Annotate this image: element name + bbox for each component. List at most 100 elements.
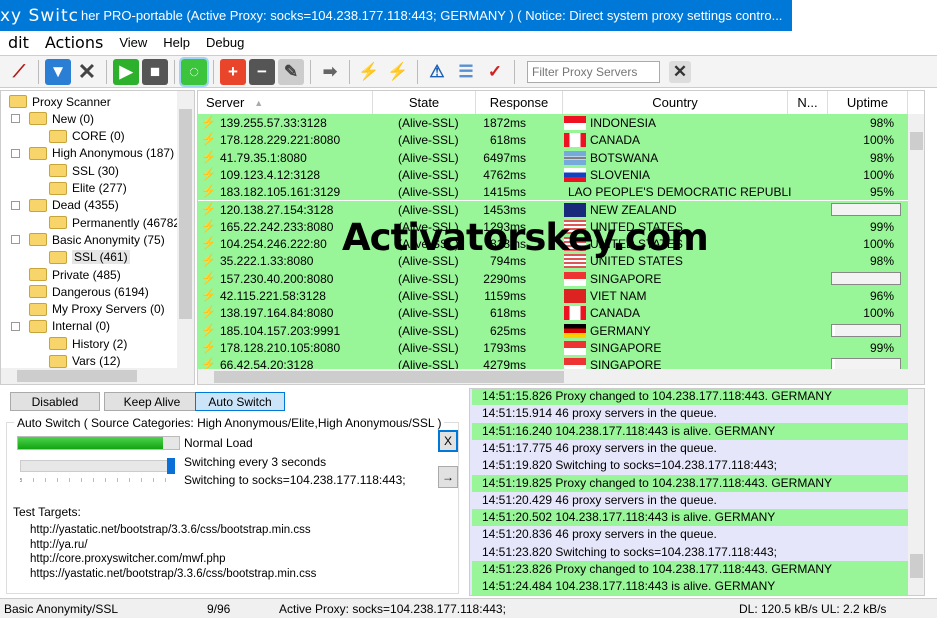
tree-item-label: My Proxy Servers (0) [52, 302, 165, 317]
column-country[interactable]: Country [563, 91, 788, 114]
load-bar [17, 436, 180, 450]
table-row[interactable]: ⚡ 165.22.242.233:8080 (Alive-SSL) 1293ms UNI… [198, 217, 908, 236]
state-cell: (Alive-SSL) [398, 271, 459, 286]
export-icon[interactable]: ➡ [317, 59, 343, 85]
disabled-button[interactable]: Disabled [10, 392, 100, 411]
server-cell: 185.104.157.203:9991 [220, 323, 341, 338]
state-cell: (Alive-SSL) [398, 133, 459, 148]
grid-horizontal-scrollbar[interactable] [198, 369, 924, 384]
next-proxy-button[interactable]: → [438, 466, 458, 488]
tree-item[interactable]: Proxy Scanner [9, 93, 111, 110]
test-targets-list: http://yastatic.net/bootstrap/3.3.6/css/… [30, 523, 316, 581]
column-uptime[interactable]: Uptime [828, 91, 908, 114]
country-cell: UNITED STATES [590, 237, 683, 252]
table-row[interactable]: ⚡ 178.128.229.221:8080 (Alive-SSL) 618ms CAN… [198, 131, 908, 149]
menu-bar: dit Actions View Help Debug [0, 31, 792, 53]
tree-item[interactable]: SSL (30) [49, 162, 119, 179]
table-row[interactable]: ⚡ 178.128.210.105:8080 (Alive-SSL) 1793ms SI… [198, 338, 908, 357]
flag-ca-icon [564, 306, 586, 321]
add-icon[interactable]: + [220, 58, 246, 85]
filter-input[interactable] [527, 60, 660, 83]
table-row[interactable]: ⚡ 35.222.1.33:8080 (Alive-SSL) 794ms UNITED … [198, 252, 908, 270]
list-icon[interactable]: ☰ [453, 59, 479, 85]
disconnect-icon[interactable]: ⚡ [356, 59, 382, 85]
slider-thumb[interactable] [167, 458, 175, 474]
column-server[interactable]: Server ▲ [198, 91, 373, 114]
tree-item[interactable]: SSL (461) [49, 249, 130, 266]
keep-alive-button[interactable]: Keep Alive [104, 392, 200, 411]
tree-item-label: Dangerous (6194) [52, 284, 149, 299]
server-cell: 157.230.40.200:8080 [220, 271, 334, 286]
tree-item[interactable]: High Anonymous (187) [29, 145, 174, 162]
connect-icon[interactable]: ⚡ [385, 59, 411, 85]
tree-item[interactable]: My Proxy Servers (0) [29, 301, 165, 318]
column-n[interactable]: N... [788, 91, 828, 114]
state-cell: (Alive-SSL) [398, 116, 459, 130]
grid-vertical-scrollbar[interactable] [908, 114, 924, 369]
uptime-cell: 100% [863, 167, 894, 182]
column-state[interactable]: State [373, 91, 476, 114]
column-response[interactable]: Response [476, 91, 563, 114]
wizard-icon[interactable]: ⟋ [6, 59, 32, 85]
plug-icon: ⚡ [201, 288, 216, 302]
menu-actions[interactable]: Actions [37, 33, 111, 52]
table-row[interactable]: ⚡ 41.79.35.1:8080 (Alive-SSL) 6497ms BOTSWAN… [198, 148, 908, 166]
tree-item[interactable]: Elite (277) [49, 180, 127, 197]
table-row[interactable]: ⚡ 104.254.246.222:80 (Alive-SSL) 813ms UNITE… [198, 235, 908, 253]
plug-icon: ⚡ [201, 132, 216, 147]
tree-item[interactable]: Permanently (46782 [49, 214, 180, 231]
table-row[interactable]: ⚡ 183.182.105.161:3129 (Alive-SSL) 1415ms LA… [198, 183, 908, 201]
switching-label: Switching to socks=104.238.177.118:443; [184, 473, 406, 487]
warning-icon[interactable]: ⚠ [424, 59, 450, 85]
auto-switch-button[interactable]: Auto Switch [195, 392, 285, 411]
edit-icon[interactable]: ✎ [278, 58, 304, 85]
flag-si-icon [564, 167, 586, 182]
tree-item[interactable]: Private (485) [29, 266, 121, 283]
tree-item[interactable]: Dead (4355) [29, 197, 119, 214]
table-row[interactable]: ⚡ 139.255.57.33:3128 (Alive-SSL) 1872ms INDO… [198, 114, 908, 132]
menu-edit[interactable]: dit [0, 33, 37, 52]
play-icon[interactable]: ▶ [113, 58, 139, 85]
delete-icon[interactable]: ✕ [74, 59, 100, 85]
tree-item-label: Private (485) [52, 267, 121, 282]
tree-item[interactable]: New (0) [29, 110, 94, 127]
tree-item[interactable]: CORE (0) [49, 128, 125, 145]
close-button[interactable]: X [438, 430, 458, 452]
collapse-icon[interactable] [11, 148, 20, 158]
auto-switch-icon[interactable]: ◌ [179, 56, 209, 87]
table-row[interactable]: ⚡ 185.104.157.203:9991 (Alive-SSL) 625ms GER… [198, 321, 908, 339]
stop-icon[interactable]: ■ [142, 58, 168, 85]
tree-item[interactable]: History (2) [49, 335, 127, 352]
tree-item[interactable]: Basic Anonymity (75) [29, 231, 165, 248]
table-row[interactable]: ⚡ 138.197.164.84:8080 (Alive-SSL) 618ms CANA… [198, 304, 908, 322]
collapse-icon[interactable] [11, 200, 20, 210]
flag-sg-icon [564, 271, 586, 286]
tree-item[interactable]: Vars (12) [49, 353, 120, 370]
tree-horizontal-scrollbar[interactable] [1, 368, 194, 384]
remove-icon[interactable]: − [249, 58, 275, 85]
collapse-icon[interactable] [11, 235, 20, 245]
tree-scrollbar[interactable] [177, 91, 194, 368]
collapse-icon[interactable] [11, 321, 20, 331]
table-row[interactable]: ⚡ 109.123.4.12:3128 (Alive-SSL) 4762ms SLOVE… [198, 165, 908, 184]
check-document-icon[interactable]: ✓ [482, 59, 508, 85]
tree-item[interactable]: Dangerous (6194) [29, 283, 149, 300]
clear-filter-icon[interactable]: ✕ [669, 60, 691, 83]
menu-help[interactable]: Help [155, 35, 198, 50]
plug-icon: ⚡ [201, 115, 216, 129]
table-row[interactable]: ⚡ 42.115.221.58:3128 (Alive-SSL) 1159ms VIET… [198, 287, 908, 305]
test-target-url: https://yastatic.net/bootstrap/3.3.6/css… [30, 567, 317, 580]
log-scrollbar[interactable] [908, 389, 924, 595]
table-row[interactable]: ⚡ 157.230.40.200:8080 (Alive-SSL) 2290ms SIN… [198, 269, 908, 287]
divider [38, 59, 39, 84]
menu-view[interactable]: View [111, 35, 155, 50]
collapse-icon[interactable] [11, 114, 20, 124]
interval-slider[interactable] [20, 458, 175, 474]
table-row[interactable]: ⚡ 120.138.27.154:3128 (Alive-SSL) 1453ms NEW… [198, 200, 908, 218]
download-icon[interactable]: ▼ [45, 58, 71, 85]
menu-debug[interactable]: Debug [198, 35, 252, 50]
log-line: 14:51:24.484 104.238.177.118:443 is aliv… [472, 578, 909, 595]
sort-asc-icon: ▲ [254, 97, 264, 108]
proxy-grid: Server ▲ State Response Country N... Upti… [197, 90, 925, 385]
tree-item[interactable]: Internal (0) [29, 318, 110, 335]
